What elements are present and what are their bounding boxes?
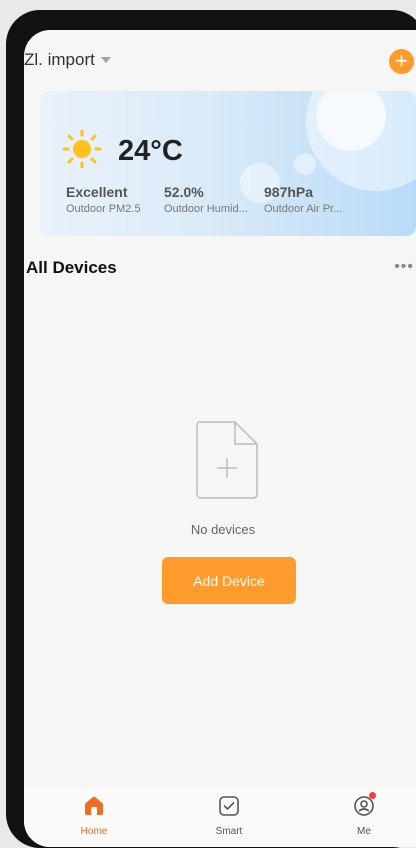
tab-label: Smart [215,826,243,837]
stat-air-pressure: 987hPa Outdoor Air Pr... [264,184,342,215]
stat-value: 52.0% [164,184,204,200]
app-screen: Zl. import + 24°C Excellent Outdoor PM2.… [24,30,416,847]
home-selector[interactable]: Zl. import [24,50,111,70]
tab-smart[interactable]: Smart [189,795,269,837]
caret-down-icon [100,57,111,63]
home-name-label: Zl. import [24,50,95,69]
add-button[interactable]: + [389,49,414,74]
more-options-icon[interactable]: ••• [394,258,414,276]
notification-dot [369,792,376,799]
plus-icon: + [395,48,408,73]
bottom-tab-bar: Home Smart Me [24,787,416,847]
temperature-value: 24°C [118,135,183,167]
add-device-button[interactable]: Add Device [162,557,296,604]
top-bar: Zl. import + [24,30,416,86]
stat-value: 987hPa [264,184,314,200]
stat-pm25: Excellent Outdoor PM2.5 [66,184,141,215]
tab-me[interactable]: Me [324,792,404,837]
stat-humidity: 52.0% Outdoor Humid... [164,184,248,215]
tab-home[interactable]: Home [54,795,134,837]
stat-label: Outdoor Humid... [164,203,248,215]
tab-label: Home [80,826,108,837]
stat-label: Outdoor PM2.5 [66,203,141,215]
empty-state-text: No devices [190,522,256,537]
section-title: All Devices [26,258,117,277]
stat-label: Outdoor Air Pr... [264,203,343,215]
empty-document-icon [196,421,258,499]
sun-icon [62,129,102,169]
device-frame: Zl. import + 24°C Excellent Outdoor PM2.… [6,10,416,848]
weather-card[interactable]: 24°C Excellent Outdoor PM2.5 52.0% Outdo… [40,91,416,236]
home-icon [85,796,103,815]
tab-label: Me [357,826,371,837]
stat-value: Excellent [66,184,128,200]
checkbox-icon [219,796,239,816]
decor-bubble [294,153,316,175]
